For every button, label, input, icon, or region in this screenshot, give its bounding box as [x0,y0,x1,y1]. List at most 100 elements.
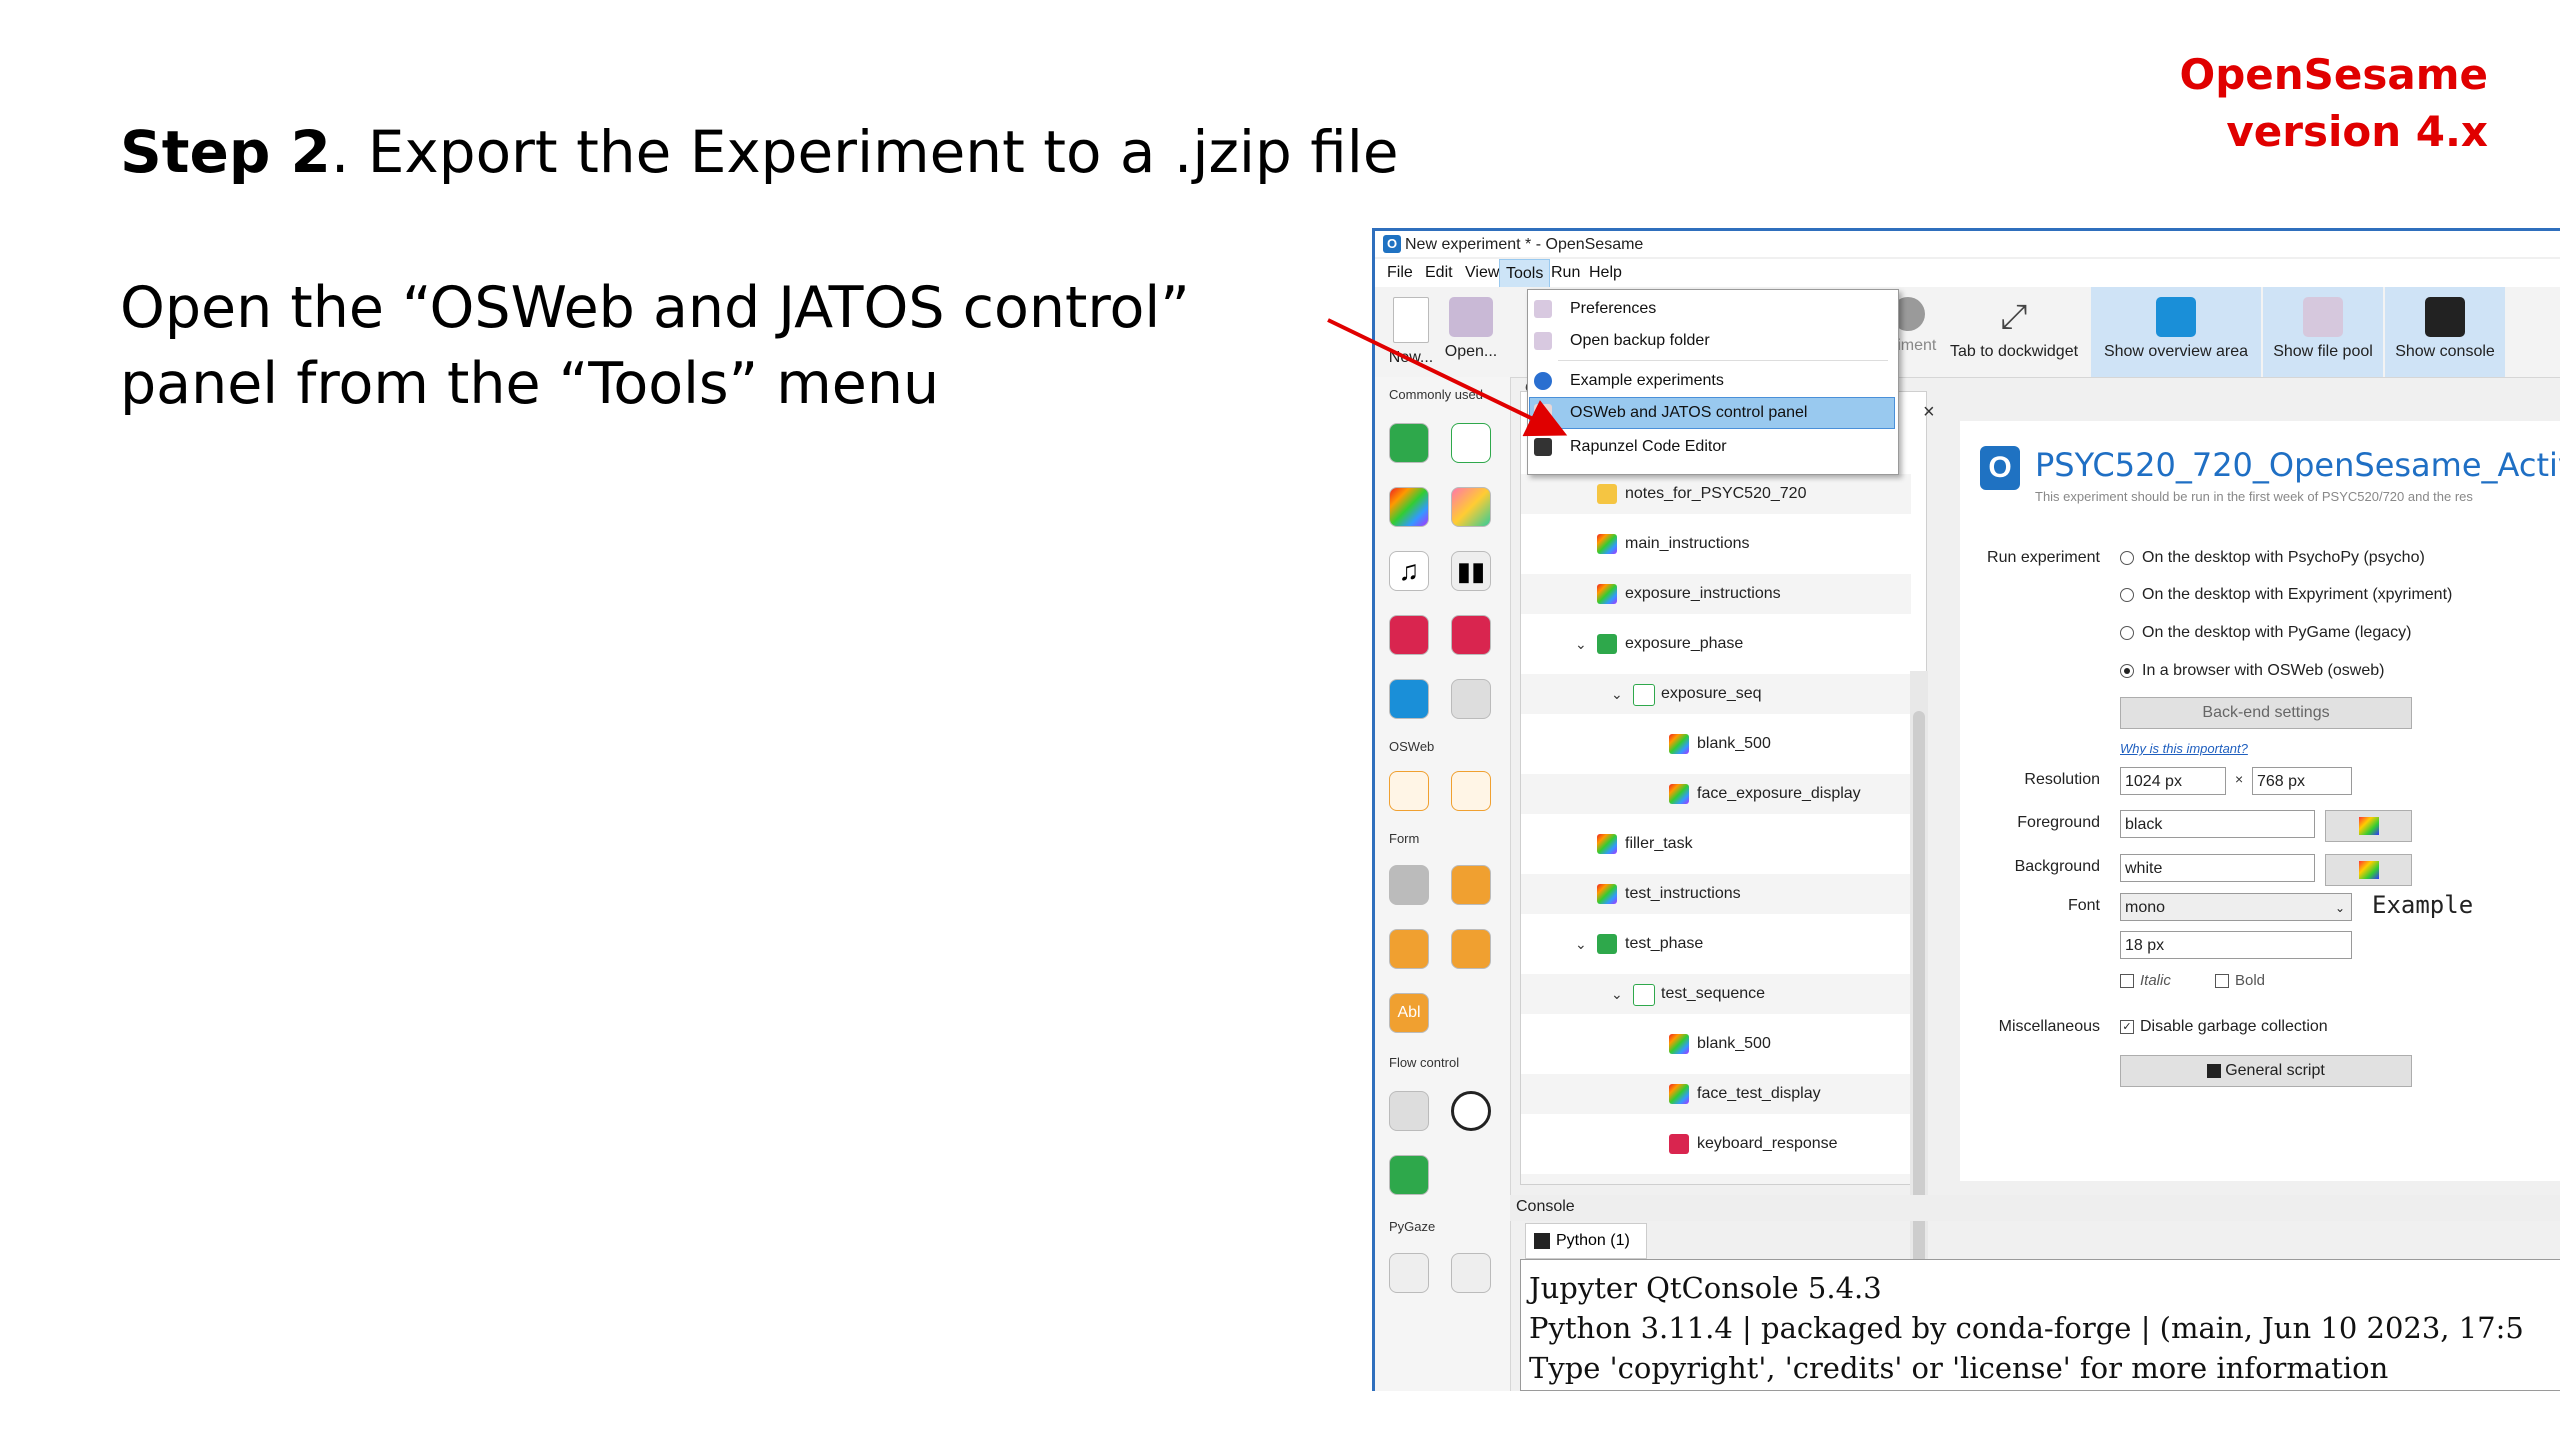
mouse-icon[interactable] [1451,615,1491,655]
repeat-cycle-icon[interactable] [1389,1155,1429,1195]
inline-script-icon[interactable] [1451,679,1491,719]
form-multiple-choice-icon[interactable] [1389,929,1429,969]
checkbox-checked-icon[interactable]: ✓ [2120,1019,2134,1034]
tree-item[interactable]: face_test_display [1521,1074,1911,1114]
version-number: version 4.x [2226,107,2488,156]
show-file-pool-button[interactable]: Show file pool [2263,287,2383,377]
python-icon [1534,1232,1550,1249]
font-size-spinbox[interactable]: 18 px [2120,931,2352,959]
inline-html-icon[interactable] [1451,771,1491,811]
tree-item[interactable]: test_instructions [1521,874,1911,914]
radio-icon[interactable] [2120,625,2134,640]
tree-item-label: exposure_seq [1661,685,1762,702]
menu-run[interactable]: Run [1545,259,1586,287]
logger-icon[interactable] [1389,679,1429,719]
reset-feedback-icon[interactable] [1389,1091,1429,1131]
close-overview-icon[interactable]: × [1923,401,1935,424]
advanced-delay-icon[interactable] [1451,1091,1491,1131]
menu-edit[interactable]: Edit [1419,259,1459,287]
tree-item[interactable]: ⌄ test_sequence [1521,974,1911,1014]
backend-settings-button[interactable]: Back-end settings [2120,697,2412,729]
console-tab-python[interactable]: Python (1) [1525,1223,1647,1259]
general-script-button[interactable]: General script [2120,1055,2412,1087]
checkbox-icon[interactable] [2120,974,2134,989]
run-option-osweb[interactable]: In a browser with OSWeb (osweb) [2120,662,2384,680]
overview-scrollbar-thumb[interactable] [1913,711,1925,1311]
console-output[interactable]: Jupyter QtConsole 5.4.3 Python 3.11.4 | … [1520,1259,2560,1391]
tree-item[interactable]: filler_task [1521,824,1911,864]
chevron-down-icon[interactable]: ⌄ [1575,624,1587,664]
sampler-icon[interactable]: ♫ [1389,551,1429,591]
keyboard-icon[interactable] [1389,615,1429,655]
sketchpad-icon [1669,1034,1689,1054]
experiment-description[interactable]: This experiment should be run in the fir… [2035,489,2473,504]
tree-item[interactable]: exposure_instructions [1521,574,1911,614]
tree-item[interactable]: ⌄ test_phase [1521,924,1911,964]
chevron-down-icon[interactable]: ⌄ [1611,974,1623,1014]
tree-item[interactable]: main_instructions [1521,524,1911,564]
menu-help[interactable]: Help [1583,259,1628,287]
garbage-collection-checkbox[interactable]: ✓ Disable garbage collection [2120,1018,2328,1036]
sketchpad-icon [1669,784,1689,804]
tree-item[interactable]: ⌄ exposure_phase [1521,624,1911,664]
menu-item-open-backup-folder[interactable]: Open backup folder [1530,326,1894,356]
menu-item-osweb-jatos-control-panel[interactable]: OSWeb and JATOS control panel [1529,397,1895,429]
foreground-input[interactable]: black [2120,810,2315,838]
form-text-input-icon[interactable]: Abl [1389,993,1429,1033]
tree-item[interactable]: blank_500 [1521,1024,1911,1064]
run-option-psycho[interactable]: On the desktop with PsychoPy (psycho) [2120,549,2425,567]
tree-item[interactable]: notes_for_PSYC520_720 [1521,474,1911,514]
sketchpad-icon [1597,534,1617,554]
foreground-color-button[interactable] [2325,810,2412,842]
sequence-icon[interactable] [1451,423,1491,463]
italic-checkbox[interactable]: Italic [2120,972,2171,989]
form-consent-icon[interactable] [1451,865,1491,905]
tab-to-dockwidget-button[interactable]: ⤢ Tab to dockwidget [1939,287,2089,377]
background-color-button[interactable] [2325,854,2412,886]
form-base-icon[interactable] [1389,865,1429,905]
radio-icon[interactable] [2120,550,2134,565]
tree-item[interactable]: data_logger [1521,1174,1911,1184]
inline-javascript-icon[interactable] [1389,771,1429,811]
menu-item-label: Rapunzel Code Editor [1570,438,1727,455]
radio-icon[interactable] [2120,587,2134,602]
overview-scrollbar[interactable] [1910,671,1928,1339]
menu-item-label: Example experiments [1570,372,1724,389]
run-option-legacy[interactable]: On the desktop with PyGame (legacy) [2120,624,2411,642]
console-line: Python 3.11.4 | packaged by conda-forge … [1529,1311,2524,1345]
background-input[interactable]: white [2120,854,2315,882]
height-spinbox[interactable]: 768 px [2252,767,2352,795]
why-important-link[interactable]: Why is this important? [2120,741,2248,756]
show-overview-button[interactable]: Show overview area [2091,287,2261,377]
tree-item[interactable]: ⌄ exposure_seq [1521,674,1911,714]
menu-item-rapunzel-code-editor[interactable]: Rapunzel Code Editor [1530,432,1894,462]
pygaze-drift-correct-icon[interactable] [1451,1253,1491,1293]
radio-selected-icon[interactable] [2120,663,2134,678]
form-text-display-icon[interactable] [1451,929,1491,969]
open-button[interactable]: Open... [1441,287,1501,377]
menu-item-example-experiments[interactable]: Example experiments [1530,366,1894,396]
loop-icon[interactable] [1389,423,1429,463]
bold-checkbox[interactable]: Bold [2215,972,2265,989]
menu-bar: File Edit View Tools Run Help [1375,259,2560,289]
synth-icon[interactable]: ▮▮ [1451,551,1491,591]
menu-file[interactable]: File [1381,259,1419,287]
chevron-down-icon[interactable]: ⌄ [1611,674,1623,714]
menu-tools[interactable]: Tools [1499,259,1551,289]
new-button[interactable]: New... [1383,287,1439,377]
experiment-title[interactable]: PSYC520_720_OpenSesame_Activi... [2035,446,2560,484]
tree-item[interactable]: blank_500 [1521,724,1911,764]
feedback-icon[interactable] [1451,487,1491,527]
menu-item-preferences[interactable]: Preferences [1530,294,1894,324]
tree-item[interactable]: keyboard_response [1521,1124,1911,1164]
tree-item[interactable]: face_exposure_display [1521,774,1911,814]
run-option-xpyriment[interactable]: On the desktop with Expyriment (xpyrimen… [2120,586,2452,604]
color-picker-icon [2358,861,2379,879]
chevron-down-icon[interactable]: ⌄ [1575,924,1587,964]
sketchpad-icon[interactable] [1389,487,1429,527]
checkbox-icon[interactable] [2215,974,2229,989]
show-console-button[interactable]: Show console [2385,287,2505,377]
width-spinbox[interactable]: 1024 px [2120,767,2226,795]
pygaze-init-icon[interactable] [1389,1253,1429,1293]
font-select[interactable]: mono ⌄ [2120,893,2352,921]
